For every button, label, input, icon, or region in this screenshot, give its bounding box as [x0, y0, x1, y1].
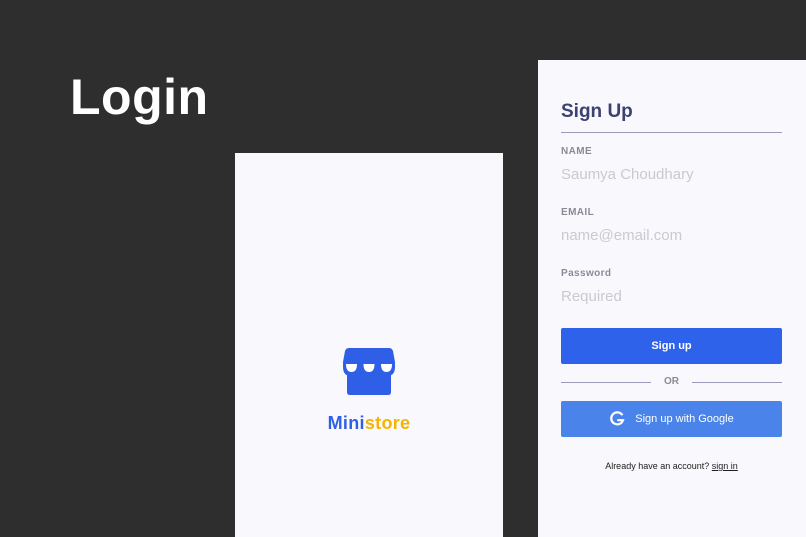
- password-field[interactable]: [561, 285, 782, 307]
- splash-screen-card: Ministore: [235, 153, 503, 537]
- name-label: NAME: [561, 146, 593, 157]
- google-signup-label: Sign up with Google: [635, 413, 734, 425]
- signup-title: Sign Up: [561, 101, 633, 122]
- or-divider-right: [692, 382, 782, 383]
- brand-name: Ministore: [235, 413, 503, 434]
- brand-name-part1: Mini: [327, 413, 365, 433]
- email-field[interactable]: [561, 224, 782, 246]
- brand-name-part2: store: [364, 413, 411, 433]
- google-g-icon: [610, 411, 625, 426]
- storefront-icon: [343, 348, 395, 395]
- password-label: Password: [561, 268, 612, 279]
- signin-link[interactable]: sign in: [712, 461, 738, 471]
- title-divider: [561, 132, 782, 133]
- google-signup-button[interactable]: Sign up with Google: [561, 401, 782, 437]
- signup-button[interactable]: Sign up: [561, 328, 782, 364]
- signin-prompt: Already have an account?: [605, 461, 710, 471]
- signup-card: Sign Up NAME EMAIL Password Sign up OR S…: [538, 60, 806, 537]
- page-title: Login: [70, 69, 209, 125]
- name-field[interactable]: [561, 163, 782, 185]
- email-label: EMAIL: [561, 207, 595, 218]
- signin-prompt-row: Already have an account? sign in: [561, 461, 782, 471]
